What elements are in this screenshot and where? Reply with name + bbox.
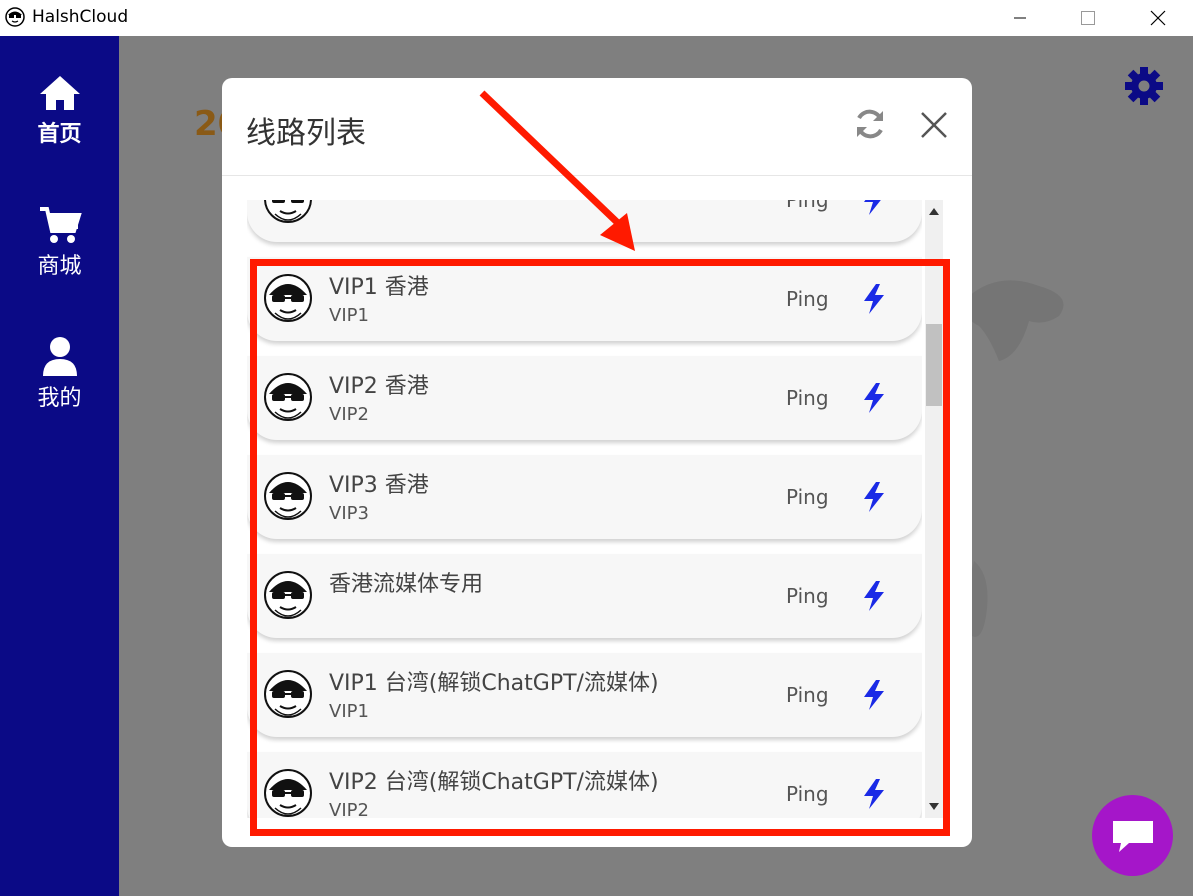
scroll-thumb[interactable]: [926, 324, 942, 406]
line-name: VIP3 香港: [329, 473, 429, 498]
chat-icon: [1112, 820, 1153, 852]
connect-bolt-icon[interactable]: [861, 481, 887, 513]
line-item[interactable]: VIP2 台湾(解锁ChatGPT/流媒体) VIP2 Ping: [247, 752, 922, 818]
line-name: 香港流媒体专用: [329, 572, 484, 597]
minimize-button[interactable]: [985, 0, 1055, 36]
modal-close-button[interactable]: [920, 111, 948, 143]
gear-icon: [1125, 67, 1163, 105]
connect-bolt-icon[interactable]: [861, 382, 887, 414]
ping-button[interactable]: Ping: [786, 683, 829, 707]
modal-header: 线路列表: [222, 78, 972, 176]
home-icon: [39, 76, 80, 110]
connect-bolt-icon[interactable]: [861, 778, 887, 810]
map-decoration: [965, 280, 1064, 361]
line-subtitle: VIP1: [329, 701, 369, 722]
sidebar: 首页 商城 我的: [0, 36, 119, 896]
window-close-icon: [1150, 10, 1166, 26]
ping-button[interactable]: Ping: [786, 386, 829, 410]
app-logo-icon: [5, 7, 25, 27]
line-avatar-icon: [264, 373, 312, 421]
ping-button[interactable]: Ping: [786, 200, 829, 212]
line-name: VIP1 香港: [329, 275, 429, 300]
scroll-down-arrow[interactable]: [929, 803, 939, 810]
ping-button[interactable]: Ping: [786, 287, 829, 311]
line-name: VIP2 香港: [329, 374, 429, 399]
sidebar-item-shop[interactable]: 商城: [0, 206, 119, 280]
cart-icon: [39, 207, 82, 243]
line-avatar-icon: [264, 200, 312, 223]
line-item[interactable]: VIP1 香港 VIP1 Ping: [247, 257, 922, 341]
line-item[interactable]: VIP1 台湾(解锁ChatGPT/流媒体) VIP1 Ping: [247, 653, 922, 737]
connect-bolt-icon[interactable]: [861, 679, 887, 711]
sidebar-item-mine[interactable]: 我的: [0, 336, 119, 412]
maximize-button[interactable]: [1053, 0, 1123, 36]
line-list-modal: 线路列表 Ping VIP1 香港 VIP1 Ping VIP2 香港 VIP2…: [222, 78, 972, 847]
window-close-button[interactable]: [1123, 0, 1193, 36]
refresh-button[interactable]: [854, 108, 886, 144]
line-avatar-icon: [264, 571, 312, 619]
sidebar-item-label: 首页: [37, 122, 82, 147]
line-name: VIP1 台湾(解锁ChatGPT/流媒体): [329, 671, 659, 696]
scroll-up-arrow[interactable]: [929, 208, 939, 215]
ping-button[interactable]: Ping: [786, 782, 829, 806]
line-avatar-icon: [264, 670, 312, 718]
title-bar: HalshCloud: [0, 0, 1193, 36]
refresh-icon: [857, 109, 883, 139]
connect-bolt-icon[interactable]: [861, 283, 887, 315]
settings-button[interactable]: [1124, 66, 1164, 110]
sidebar-item-home[interactable]: 首页: [0, 74, 119, 148]
line-avatar-icon: [264, 472, 312, 520]
line-avatar-icon: [264, 274, 312, 322]
ping-button[interactable]: Ping: [786, 485, 829, 509]
window-title: HalshCloud: [32, 7, 129, 27]
line-name: VIP2 台湾(解锁ChatGPT/流媒体): [329, 770, 659, 795]
line-subtitle: VIP1: [329, 305, 369, 326]
user-icon: [42, 337, 77, 376]
sidebar-item-label: 商城: [37, 254, 82, 279]
ping-button[interactable]: Ping: [786, 584, 829, 608]
list-scrollbar[interactable]: [925, 200, 943, 818]
line-item[interactable]: 香港流媒体专用 Ping: [247, 554, 922, 638]
sidebar-item-label: 我的: [37, 386, 82, 411]
maximize-icon: [1081, 11, 1095, 25]
line-item[interactable]: VIP2 香港 VIP2 Ping: [247, 356, 922, 440]
close-icon: [921, 112, 947, 138]
line-subtitle: VIP2: [329, 800, 369, 818]
chat-button[interactable]: [1092, 795, 1173, 876]
minimize-icon: [1014, 17, 1026, 19]
line-subtitle: VIP3: [329, 503, 369, 524]
line-item[interactable]: Ping: [247, 200, 922, 242]
line-subtitle: VIP2: [329, 404, 369, 425]
line-avatar-icon: [264, 769, 312, 817]
connect-bolt-icon[interactable]: [861, 200, 887, 216]
connect-bolt-icon[interactable]: [861, 580, 887, 612]
modal-title: 线路列表: [246, 116, 366, 151]
line-list[interactable]: Ping VIP1 香港 VIP1 Ping VIP2 香港 VIP2 Ping…: [247, 200, 922, 818]
line-item[interactable]: VIP3 香港 VIP3 Ping: [247, 455, 922, 539]
